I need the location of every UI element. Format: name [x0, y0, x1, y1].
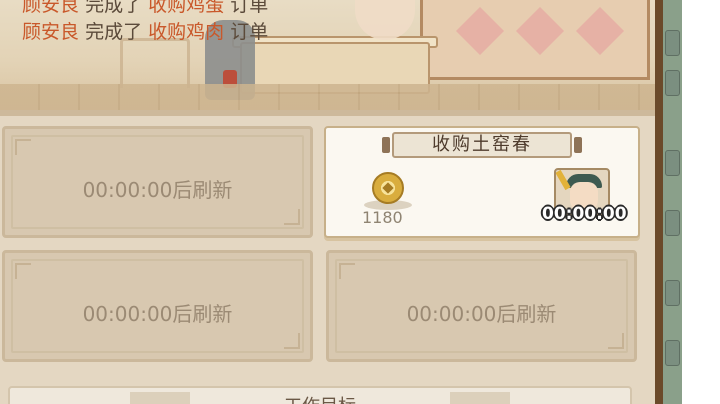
wall-diamond-decoration: [515, 6, 565, 56]
frame-corner-decoration: [608, 333, 624, 349]
work-goal-label: 工作目标: [10, 392, 630, 404]
floor: [0, 84, 655, 110]
active-order-card[interactable]: 收购土窑春 1180 00:00:00: [324, 126, 640, 238]
stone-decoration: [665, 340, 680, 366]
feed-verb: 完成了: [85, 21, 143, 43]
order-slot-empty[interactable]: 00:00:00后刷新: [326, 250, 637, 362]
feed-verb: 完成了: [85, 0, 143, 16]
feed-tail: 订单: [230, 21, 269, 43]
frame-corner-decoration: [339, 263, 355, 279]
feed-line: 顾安良 完成了 收购鸡肉 订单: [22, 19, 268, 46]
copper-coin-icon: [372, 172, 404, 204]
feed-player-name: 顾安良: [22, 0, 80, 16]
order-feed: 顾安良 完成了 收购鸡蛋 订单 顾安良 完成了 收购鸡肉 订单: [22, 0, 268, 46]
stone-decoration: [665, 70, 680, 96]
refresh-countdown: 00:00:00后刷新: [406, 302, 557, 326]
feed-item: 收购鸡肉: [148, 21, 225, 43]
order-timer: 00:00:00: [542, 204, 627, 224]
wall-panel: [420, 0, 650, 80]
frame-corner-decoration: [15, 139, 31, 155]
right-edge-scenery: [655, 0, 682, 404]
stone-decoration: [665, 210, 680, 236]
order-slot-empty[interactable]: 00:00:00后刷新: [2, 250, 313, 362]
wall-diamond-decoration: [455, 6, 505, 56]
frame-corner-decoration: [284, 209, 300, 225]
feed-player-name: 顾安良: [22, 21, 80, 43]
feed-item: 收购鸡蛋: [148, 0, 225, 16]
order-slot-empty[interactable]: 00:00:00后刷新: [2, 126, 313, 238]
feed-line: 顾安良 完成了 收购鸡蛋 订单: [22, 0, 268, 19]
frame-corner-decoration: [15, 263, 31, 279]
stone-decoration: [665, 280, 680, 306]
stone-decoration: [665, 30, 680, 56]
reward-amount: 1180: [362, 208, 403, 227]
refresh-countdown: 00:00:00后刷新: [82, 302, 233, 326]
frame-corner-decoration: [284, 333, 300, 349]
refresh-countdown: 00:00:00后刷新: [82, 178, 233, 202]
shop-character[interactable]: [355, 0, 415, 40]
wall-diamond-decoration: [575, 6, 625, 56]
work-goal-tab[interactable]: 工作目标: [8, 386, 632, 404]
feed-tail: 订单: [230, 0, 269, 16]
stone-decoration: [665, 150, 680, 176]
order-title: 收购土窑春: [382, 132, 582, 158]
